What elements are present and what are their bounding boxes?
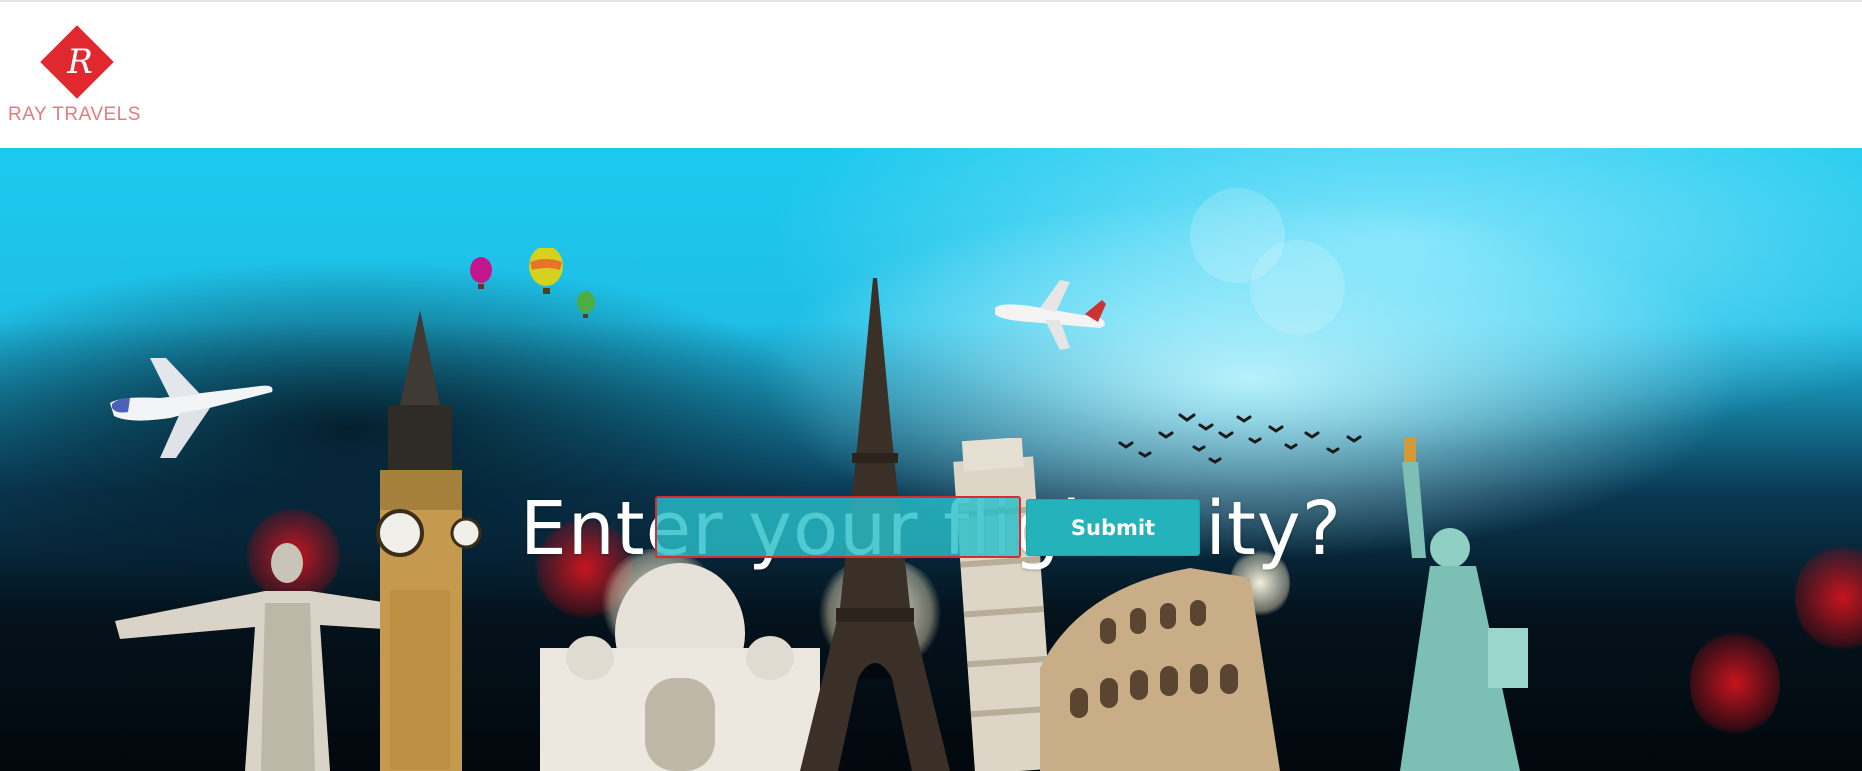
flying-birds-icon [1118,413,1362,464]
colosseum-icon [1040,568,1280,771]
taj-mahal-icon [540,563,820,771]
hero-banner: Enter your flight city? [0,148,1862,771]
site-header: R RAY TRAVELS [0,0,1862,148]
logo-text: RAY TRAVELS [8,104,141,125]
ray-travels-logo[interactable]: R RAY TRAVELS [8,24,141,134]
logo-letter: R [67,42,93,82]
airplane-left-icon [110,358,273,458]
flight-city-input[interactable] [655,496,1021,558]
red-bokeh-light [1690,628,1780,738]
submit-button[interactable]: Submit [1026,499,1200,556]
sky-bokeh-circle [1250,240,1345,335]
airplane-right-icon [995,280,1106,350]
